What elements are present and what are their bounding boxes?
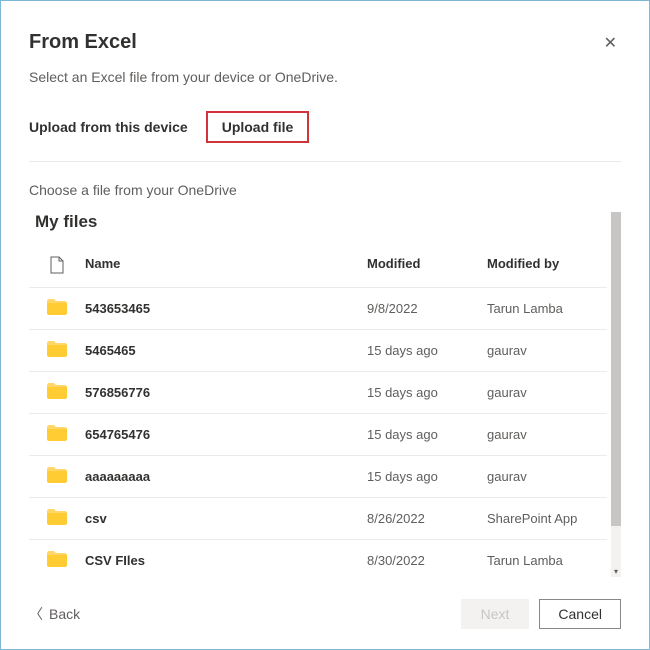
onedrive-picker: My files Name Modified Modified by 54365… — [29, 212, 621, 577]
upload-row: Upload from this device Upload file — [29, 111, 621, 162]
file-table: Name Modified Modified by 5436534659/8/2… — [29, 246, 607, 577]
dialog-header: From Excel ✕ — [29, 31, 621, 55]
upload-from-device-label: Upload from this device — [29, 119, 188, 135]
upload-file-button[interactable]: Upload file — [206, 111, 310, 143]
folder-icon — [47, 299, 67, 318]
dialog-title: From Excel — [29, 31, 137, 54]
file-modified-by: gaurav — [487, 343, 607, 358]
folder-icon — [47, 341, 67, 360]
file-name: csv — [85, 511, 367, 526]
table-row[interactable]: 65476547615 days agogaurav — [29, 414, 607, 456]
header-icon-col — [29, 256, 85, 277]
file-modified-by: gaurav — [487, 427, 607, 442]
folder-icon — [47, 551, 67, 570]
document-icon — [50, 256, 64, 277]
cancel-button[interactable]: Cancel — [539, 599, 621, 629]
table-header-row: Name Modified Modified by — [29, 246, 607, 288]
table-row[interactable]: csv8/26/2022SharePoint App — [29, 498, 607, 540]
close-icon: ✕ — [604, 35, 617, 52]
file-name: aaaaaaaaa — [85, 469, 367, 484]
header-modified-by[interactable]: Modified by — [487, 256, 607, 277]
file-modified: 15 days ago — [367, 469, 487, 484]
dialog-footer: 〈 Back Next Cancel — [29, 595, 621, 629]
folder-icon — [47, 509, 67, 528]
file-modified-by: SharePoint App — [487, 511, 607, 526]
back-label: Back — [49, 606, 80, 622]
header-name[interactable]: Name — [85, 256, 367, 277]
file-name: CSV FIles — [85, 553, 367, 568]
header-modified[interactable]: Modified — [367, 256, 487, 277]
file-modified: 8/26/2022 — [367, 511, 487, 526]
file-modified: 15 days ago — [367, 427, 487, 442]
chevron-left-icon: 〈 — [29, 604, 43, 624]
table-row[interactable]: 5436534659/8/2022Tarun Lamba — [29, 288, 607, 330]
file-modified: 15 days ago — [367, 385, 487, 400]
scrollbar-down-arrow-icon[interactable]: ▾ — [611, 565, 621, 577]
table-row[interactable]: 57685677615 days agogaurav — [29, 372, 607, 414]
table-row[interactable]: CSV FIles8/30/2022Tarun Lamba — [29, 540, 607, 577]
table-row[interactable]: 546546515 days agogaurav — [29, 330, 607, 372]
my-files-heading: My files — [29, 212, 607, 232]
folder-icon — [47, 467, 67, 486]
close-button[interactable]: ✕ — [600, 31, 621, 55]
file-name: 543653465 — [85, 301, 367, 316]
file-modified-by: gaurav — [487, 469, 607, 484]
choose-onedrive-label: Choose a file from your OneDrive — [29, 182, 621, 198]
file-modified: 15 days ago — [367, 343, 487, 358]
dialog-subtitle: Select an Excel file from your device or… — [29, 69, 621, 85]
file-modified-by: gaurav — [487, 385, 607, 400]
file-name: 5465465 — [85, 343, 367, 358]
file-modified: 9/8/2022 — [367, 301, 487, 316]
file-name: 654765476 — [85, 427, 367, 442]
file-modified: 8/30/2022 — [367, 553, 487, 568]
file-modified-by: Tarun Lamba — [487, 301, 607, 316]
folder-icon — [47, 383, 67, 402]
back-button[interactable]: 〈 Back — [29, 604, 80, 624]
from-excel-dialog: From Excel ✕ Select an Excel file from y… — [0, 0, 650, 650]
scrollbar-thumb[interactable] — [611, 212, 621, 526]
file-modified-by: Tarun Lamba — [487, 553, 607, 568]
folder-icon — [47, 425, 67, 444]
table-row[interactable]: aaaaaaaaa15 days agogaurav — [29, 456, 607, 498]
next-button: Next — [461, 599, 530, 629]
file-name: 576856776 — [85, 385, 367, 400]
scrollbar[interactable]: ▾ — [611, 212, 621, 577]
